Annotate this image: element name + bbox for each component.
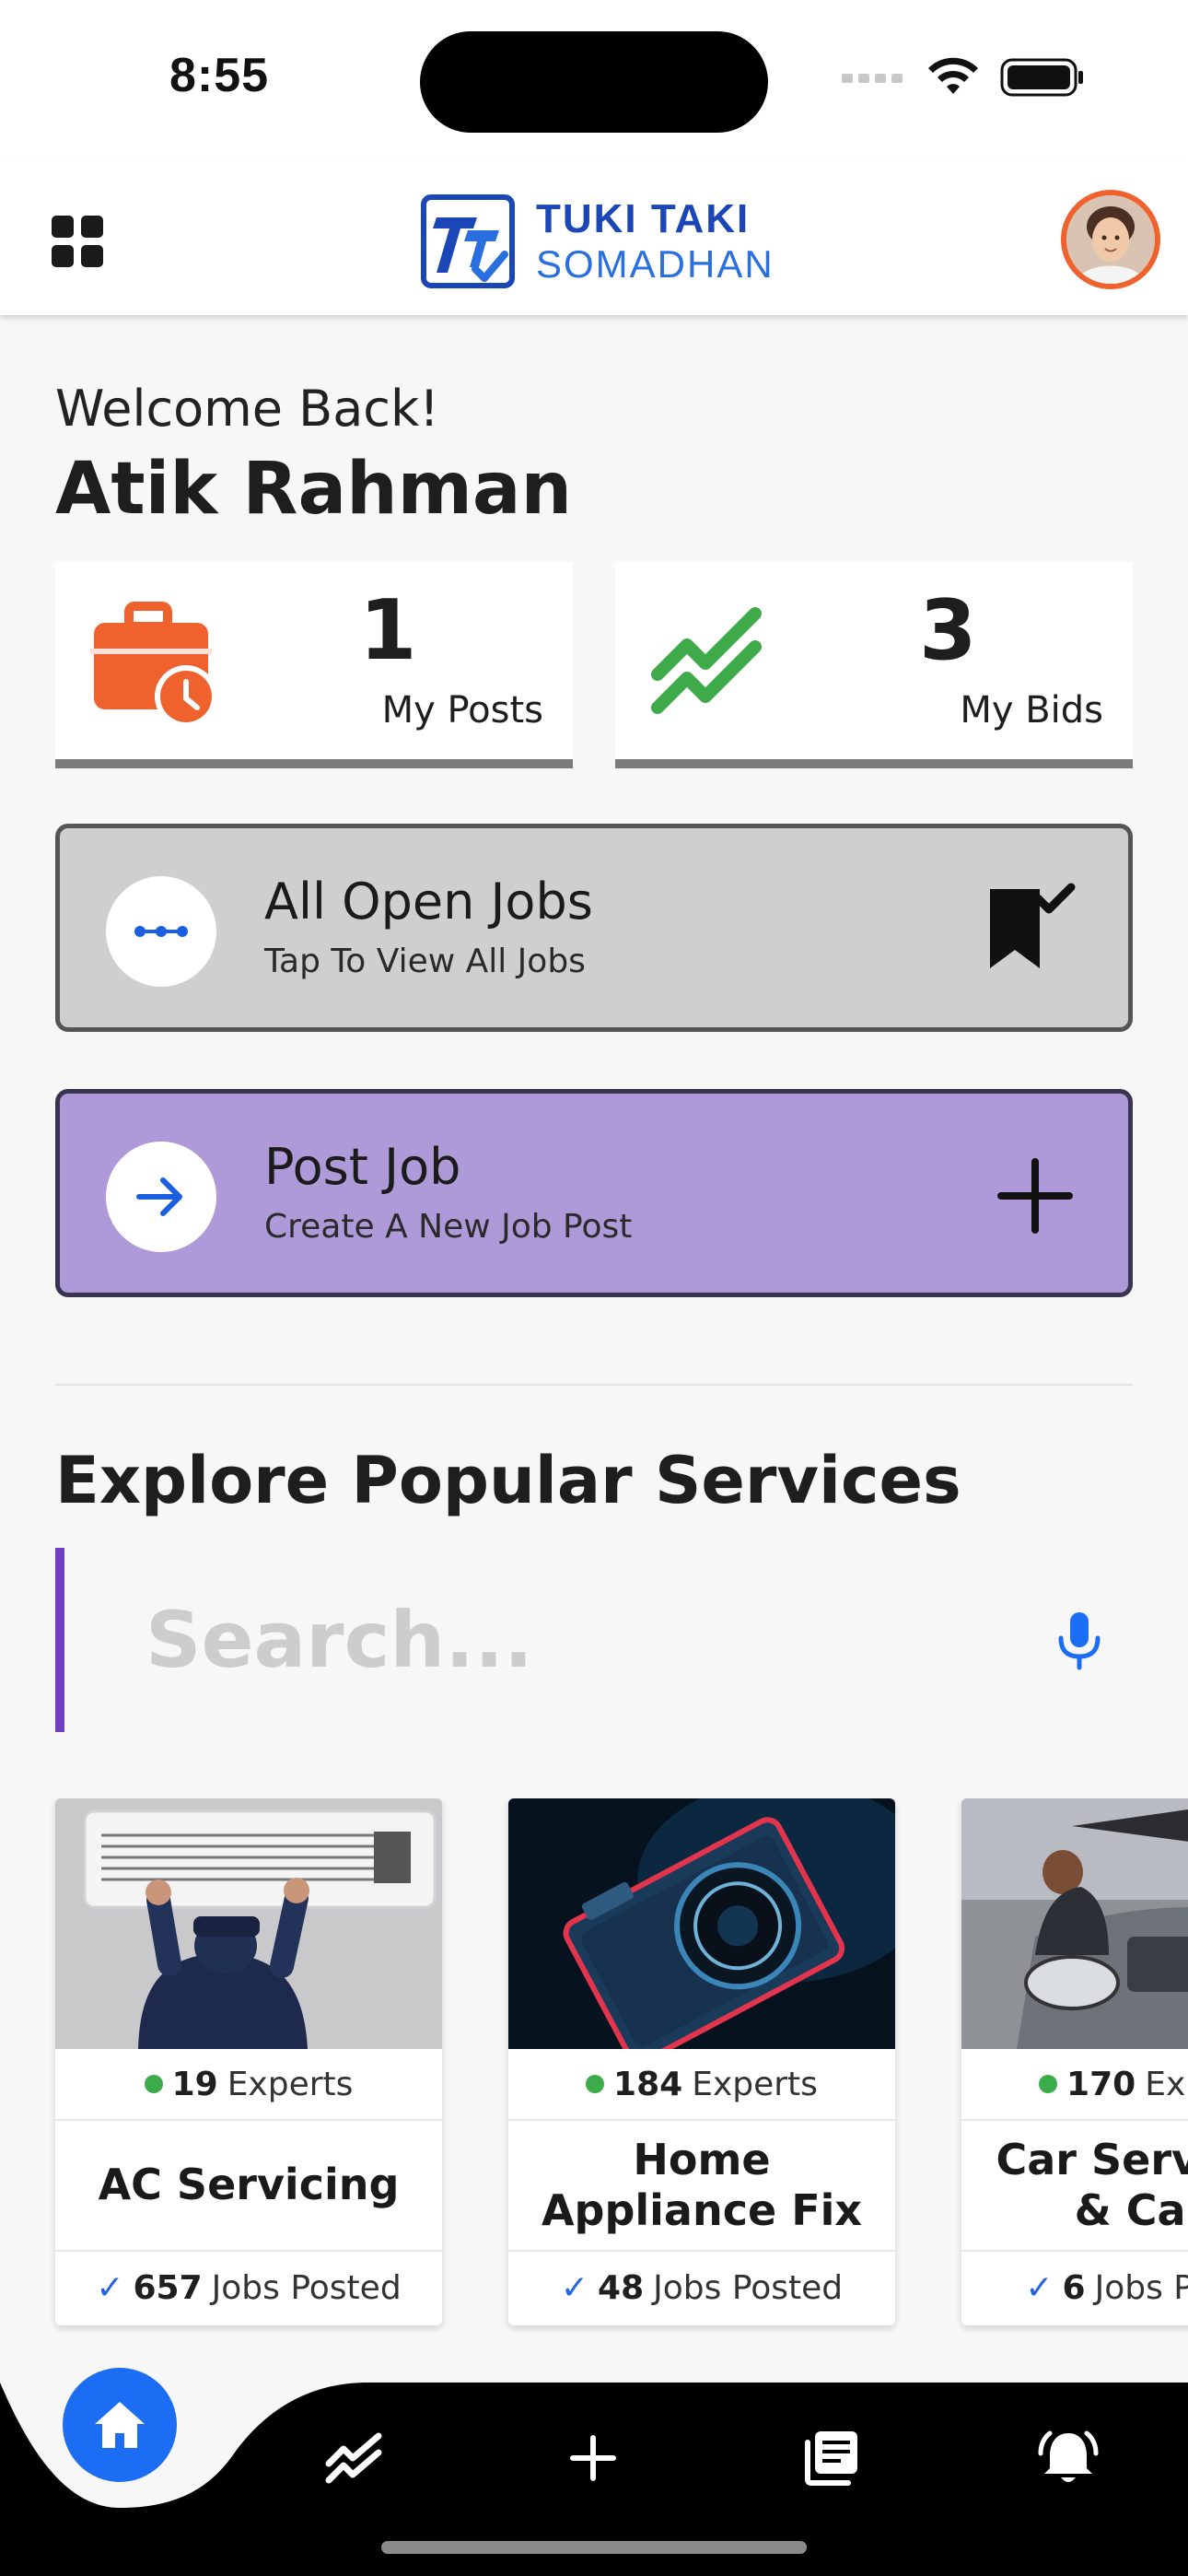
jobs-label: Jobs Posted <box>653 2268 844 2307</box>
jobs-posted: ✓ 48 Jobs Posted <box>508 2252 895 2324</box>
my-posts-card[interactable]: 1 My Posts <box>55 562 573 768</box>
online-dot-icon <box>144 2075 163 2093</box>
post-job-button[interactable]: Post Job Create A New Job Post <box>55 1089 1133 1297</box>
experts-label: Experts <box>1145 2065 1188 2103</box>
my-posts-label: My Posts <box>381 689 543 732</box>
briefcase-clock-icon <box>90 602 217 728</box>
home-indicator <box>381 2541 807 2554</box>
service-name: Home Appliance Fix <box>508 2121 895 2252</box>
ac-servicing-image <box>55 1798 442 2049</box>
service-card[interactable]: 170 Experts Car Servicing & Care ✓ 6 Job… <box>961 1798 1188 2325</box>
nav-home-button[interactable] <box>63 2368 177 2482</box>
post-job-title: Post Job <box>264 1138 461 1196</box>
experts-count: 170 Experts <box>961 2049 1188 2121</box>
bookmark-check-icon <box>990 883 1076 968</box>
check-icon: ✓ <box>96 2268 124 2307</box>
dots-icon <box>106 876 216 987</box>
wifi-icon <box>928 57 978 94</box>
user-avatar[interactable] <box>1061 190 1160 289</box>
plus-icon <box>997 1158 1073 1234</box>
home-appliance-image <box>508 1798 895 2049</box>
jobs-posted: ✓ 6 Jobs Posted <box>961 2252 1188 2324</box>
dynamic-island <box>420 31 768 133</box>
service-card[interactable]: 184 Experts Home Appliance Fix ✓ 48 Jobs… <box>508 1798 895 2325</box>
status-time: 8:55 <box>169 49 270 102</box>
jobs-number: 657 <box>133 2268 203 2307</box>
status-bar: 8:55 <box>0 0 1188 157</box>
experts-count: 19 Experts <box>55 2049 442 2121</box>
section-divider <box>55 1384 1133 1386</box>
car-servicing-image <box>961 1798 1188 2049</box>
experts-count: 184 Experts <box>508 2049 895 2121</box>
experts-number: 19 <box>171 2065 218 2103</box>
microphone-icon[interactable] <box>1055 1610 1103 1671</box>
my-bids-card[interactable]: 3 My Bids <box>615 562 1133 768</box>
jobs-number: 6 <box>1062 2268 1086 2307</box>
service-name: Car Servicing & Care <box>961 2121 1188 2252</box>
plus-icon <box>570 2435 616 2481</box>
user-name: Atik Rahman <box>55 448 573 531</box>
jobs-label: Jobs Posted <box>211 2268 402 2307</box>
nav-notifications-button[interactable] <box>1031 2421 1105 2495</box>
app-header: TUKI TAKI SOMADHAN <box>0 157 1188 315</box>
section-title: Explore Popular Services <box>55 1443 961 1518</box>
status-icons <box>842 57 1085 98</box>
all-open-jobs-button[interactable]: All Open Jobs Tap To View All Jobs <box>55 824 1133 1032</box>
my-bids-count: 3 <box>919 582 977 679</box>
services-carousel[interactable]: 19 Experts AC Servicing ✓ 657 Jobs Poste… <box>0 1798 1188 2333</box>
check-icon: ✓ <box>1025 2268 1054 2307</box>
battery-icon <box>1000 58 1083 97</box>
my-bids-label: My Bids <box>960 689 1103 732</box>
nav-trending-button[interactable] <box>319 2421 392 2495</box>
signal-icon <box>842 74 903 83</box>
experts-number: 170 <box>1066 2065 1136 2103</box>
experts-number: 184 <box>613 2065 683 2103</box>
search-input[interactable] <box>146 1594 974 1686</box>
brand-name-line2: SOMADHAN <box>536 242 775 286</box>
experts-label: Experts <box>692 2065 818 2103</box>
jobs-label: Jobs Posted <box>1094 2268 1188 2307</box>
nav-news-button[interactable] <box>794 2421 868 2495</box>
post-job-subtitle: Create A New Job Post <box>264 1208 633 1246</box>
brand-name-line1: TUKI TAKI <box>536 196 751 241</box>
online-dot-icon <box>586 2075 605 2093</box>
my-posts-count: 1 <box>359 582 417 679</box>
jobs-posted: ✓ 657 Jobs Posted <box>55 2252 442 2324</box>
home-icon <box>95 2402 145 2448</box>
brand-mark-icon <box>421 194 515 288</box>
online-dot-icon <box>1039 2075 1058 2093</box>
jobs-number: 48 <box>598 2268 645 2307</box>
service-name: AC Servicing <box>55 2121 442 2252</box>
avatar-portrait-icon <box>1066 195 1155 284</box>
trending-icon <box>651 607 762 714</box>
arrow-right-icon <box>106 1142 216 1252</box>
news-icon <box>805 2431 857 2486</box>
open-jobs-subtitle: Tap To View All Jobs <box>264 943 586 980</box>
brand-logo: TUKI TAKI SOMADHAN <box>420 193 775 289</box>
trending-icon <box>325 2432 382 2484</box>
bell-icon <box>1038 2430 1099 2482</box>
service-card[interactable]: 19 Experts AC Servicing ✓ 657 Jobs Poste… <box>55 1798 442 2325</box>
experts-label: Experts <box>227 2065 354 2103</box>
welcome-greeting: Welcome Back! <box>55 380 439 438</box>
search-bar <box>55 1548 1133 1732</box>
open-jobs-title: All Open Jobs <box>264 872 593 931</box>
nav-add-button[interactable] <box>556 2421 630 2495</box>
grid-menu-icon[interactable] <box>52 216 103 267</box>
check-icon: ✓ <box>560 2268 589 2307</box>
